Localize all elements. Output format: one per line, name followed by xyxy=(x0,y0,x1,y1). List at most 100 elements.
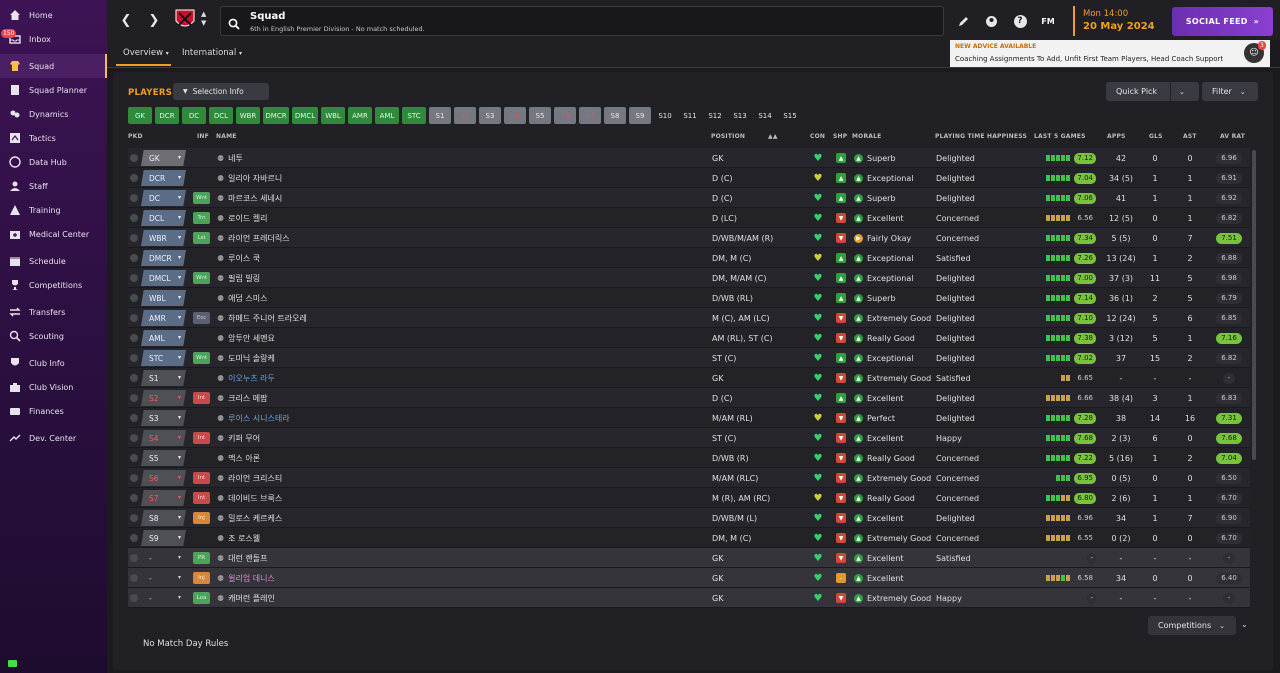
position-tab-dmcr[interactable]: DMCR xyxy=(263,107,289,124)
last-5-games[interactable]: - xyxy=(1036,548,1096,568)
penalty-kick-toggle[interactable] xyxy=(130,394,138,402)
selection-info-button[interactable]: ▼ Selection Info xyxy=(173,83,269,100)
info-badge[interactable]: Inj xyxy=(193,512,210,524)
penalty-kick-toggle[interactable] xyxy=(130,474,138,482)
tab-overview[interactable]: Overview ▾ xyxy=(123,48,169,58)
column-header-ast[interactable]: AST xyxy=(1183,133,1197,140)
info-badge[interactable]: Loa xyxy=(193,592,210,604)
last-5-games[interactable]: 6.66 xyxy=(1036,388,1096,408)
position-tab-s13[interactable]: S13 xyxy=(729,107,751,124)
club-switch-icon[interactable]: ▲ ▼ xyxy=(201,10,206,28)
sidebar-item-home[interactable]: Home xyxy=(0,3,107,27)
last-5-games[interactable]: 6.58 xyxy=(1036,568,1096,588)
table-row[interactable]: WBR ▾ Lst ⚉ 라이언 프레더릭스 D/WB/M/AM (R) ♥ ▼ ▶ Fairly … xyxy=(128,228,1250,248)
penalty-kick-toggle[interactable] xyxy=(130,354,138,362)
penalty-kick-toggle[interactable] xyxy=(130,594,138,602)
last-5-games[interactable]: 6.56 xyxy=(1036,208,1096,228)
social-feed-button[interactable]: SOCIAL FEED » xyxy=(1172,7,1273,36)
table-row[interactable]: DCR ▾ ⚉ 일리아 자바르니 D (C) ♥ ▲ ▲ Exceptional Delighte… xyxy=(128,168,1250,188)
player-name-link[interactable]: ⚉ 대런 랜돌프 xyxy=(217,548,268,568)
last-5-games[interactable]: 6.95 xyxy=(1036,468,1096,488)
column-header-last-5-games[interactable]: LAST 5 GAMES xyxy=(1034,133,1086,140)
player-name-link[interactable]: ⚉ 맥스 아론 xyxy=(217,448,260,468)
last-5-games[interactable]: 7.28 xyxy=(1036,408,1096,428)
penalty-kick-toggle[interactable] xyxy=(130,334,138,342)
player-name-link[interactable]: ⚉ 윌리엄 데니스 xyxy=(217,568,275,588)
sidebar-item-competitions[interactable]: Competitions xyxy=(0,273,107,297)
position-tab-s11[interactable]: S11 xyxy=(679,107,701,124)
table-row[interactable]: S4 ▾ Int ⚉ 키퍼 무어 ST (C) ♥ ▼ ▲ Excellent Happy 7.68 2… xyxy=(128,428,1250,448)
table-row[interactable]: S8 ▾ Inj ⚉ 밀로스 케르케스 D/WB/M (L) ♥ ▼ ▲ Excellent Del… xyxy=(128,508,1250,528)
position-tab-s1[interactable]: S1 xyxy=(429,107,451,124)
player-name-link[interactable]: ⚉ 크리스 메팜 xyxy=(217,388,268,408)
role-selector[interactable]: S9 ▾ xyxy=(141,530,186,546)
penalty-kick-toggle[interactable] xyxy=(130,374,138,382)
penalty-kick-toggle[interactable] xyxy=(130,214,138,222)
last-5-games[interactable]: 7.00 xyxy=(1036,268,1096,288)
table-row[interactable]: - ▾ Inj ⚉ 윌리엄 데니스 GK ♥ – ▲ Excellent 6.58 34 0 0 6.40 xyxy=(128,568,1250,588)
player-name-link[interactable]: ⚉ 라이언 프레더릭스 xyxy=(217,228,290,248)
position-tab-s14[interactable]: S14 xyxy=(754,107,776,124)
position-tab-wbr[interactable]: WBR xyxy=(236,107,260,124)
manager-button[interactable] xyxy=(983,13,999,29)
sidebar-item-squad-planner[interactable]: Squad Planner xyxy=(0,78,107,102)
penalty-kick-toggle[interactable] xyxy=(130,454,138,462)
info-badge[interactable]: Wnt xyxy=(193,272,210,284)
info-badge[interactable]: Esc xyxy=(193,312,210,324)
role-selector[interactable]: STC ▾ xyxy=(141,350,186,366)
penalty-kick-toggle[interactable] xyxy=(130,234,138,242)
info-badge[interactable]: Int xyxy=(193,432,210,444)
fm-menu-button[interactable]: FM xyxy=(1040,13,1056,29)
last-5-games[interactable]: 6.65 xyxy=(1036,368,1096,388)
sidebar-item-scouting[interactable]: Scouting xyxy=(0,324,107,348)
position-tab-s4[interactable]: S4 xyxy=(504,107,526,124)
table-row[interactable]: - ▾ Loa ⚉ 캐머런 플레인 GK ♥ ▼ ▲ Extremely Good Happy - - -… xyxy=(128,588,1250,608)
column-header-playing-time[interactable]: PLAYING TIME HAPPINESS xyxy=(935,133,1027,140)
penalty-kick-toggle[interactable] xyxy=(130,554,138,562)
sidebar-item-club-info[interactable]: Club Info xyxy=(0,351,107,375)
penalty-kick-toggle[interactable] xyxy=(130,514,138,522)
sidebar-item-data-hub[interactable]: Data Hub xyxy=(0,150,107,174)
role-selector[interactable]: S6 ▾ xyxy=(141,470,186,486)
info-badge[interactable]: Wnt xyxy=(193,352,210,364)
table-row[interactable]: GK ▾ ⚉ 네투 GK ♥ ▲ ▲ Superb Delighted 7.12 42 0 0 6.96 xyxy=(128,148,1250,168)
edit-button[interactable] xyxy=(955,13,971,29)
role-selector[interactable]: DMCL ▾ xyxy=(141,270,186,286)
penalty-kick-toggle[interactable] xyxy=(130,434,138,442)
position-tab-amr[interactable]: AMR xyxy=(348,107,372,124)
info-badge[interactable]: Wnt xyxy=(193,192,210,204)
last-5-games[interactable]: 7.22 xyxy=(1036,448,1096,468)
player-name-link[interactable]: ⚉ 로이드 켈리 xyxy=(217,208,268,228)
column-header-shp[interactable]: SHP xyxy=(833,133,847,140)
penalty-kick-toggle[interactable] xyxy=(130,154,138,162)
column-header-morale[interactable]: MORALE xyxy=(852,133,881,140)
player-name-link[interactable]: ⚉ 루이스 시니스테라 xyxy=(217,408,290,428)
player-name-link[interactable]: ⚉ 이오누츠 라두 xyxy=(217,368,275,388)
position-tab-dmcl[interactable]: DMCL xyxy=(292,107,318,124)
scrollbar[interactable] xyxy=(1252,150,1256,460)
role-selector[interactable]: S3 ▾ xyxy=(141,410,186,426)
player-name-link[interactable]: ⚉ 키퍼 무어 xyxy=(217,428,260,448)
player-name-link[interactable]: ⚉ 일리아 자바르니 xyxy=(217,168,282,188)
position-tab-s7[interactable]: S7 xyxy=(579,107,601,124)
position-tab-s15[interactable]: S15 xyxy=(779,107,801,124)
role-selector[interactable]: DC ▾ xyxy=(141,190,186,206)
role-selector[interactable]: - ▾ xyxy=(141,570,186,586)
penalty-kick-toggle[interactable] xyxy=(130,274,138,282)
role-selector[interactable]: S8 ▾ xyxy=(141,510,186,526)
penalty-kick-toggle[interactable] xyxy=(130,314,138,322)
player-name-link[interactable]: ⚉ 애덤 스미스 xyxy=(217,288,268,308)
sidebar-item-training[interactable]: Training xyxy=(0,198,107,222)
column-header-name[interactable]: NAME xyxy=(216,133,237,140)
last-5-games[interactable]: 7.10 xyxy=(1036,308,1096,328)
search-icon[interactable] xyxy=(228,15,240,34)
last-5-games[interactable]: 7.06 xyxy=(1036,188,1096,208)
role-selector[interactable]: GK ▾ xyxy=(141,150,186,166)
table-row[interactable]: DCL ▾ Trn ⚉ 로이드 켈리 D (LC) ♥ ▼ ▲ Excellent Concerne… xyxy=(128,208,1250,228)
date-display[interactable]: Mon 14:00 20 May 2024 xyxy=(1073,6,1165,36)
position-tab-gk[interactable]: GK xyxy=(128,107,152,124)
player-name-link[interactable]: ⚉ 라이언 크리스티 xyxy=(217,468,282,488)
position-tab-s5[interactable]: S5 xyxy=(529,107,551,124)
position-tab-s8[interactable]: S8 xyxy=(604,107,626,124)
role-selector[interactable]: DMCR ▾ xyxy=(141,250,186,266)
